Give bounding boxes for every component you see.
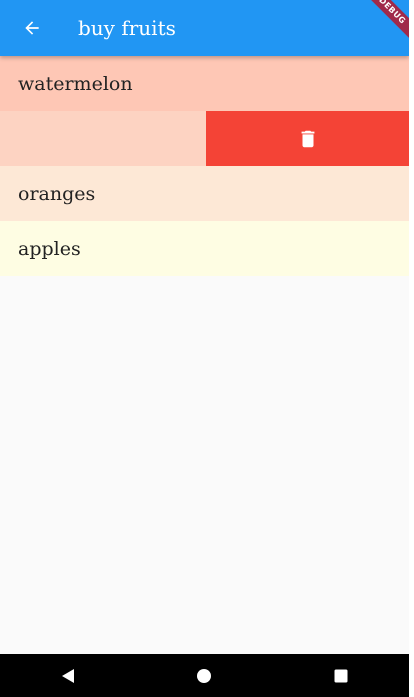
nav-recents-button[interactable] [321, 656, 361, 696]
fruit-list: watermelon oranges apples [0, 56, 409, 276]
list-item-swiped[interactable] [0, 111, 409, 166]
system-nav-bar [0, 654, 409, 697]
list-item[interactable]: watermelon [0, 56, 409, 111]
square-recents-icon [334, 669, 348, 682]
list-item-label: oranges [18, 182, 96, 205]
triangle-back-icon [62, 668, 75, 683]
list-item-label: apples [18, 237, 81, 260]
list-item[interactable]: apples [0, 221, 409, 276]
nav-back-button[interactable] [48, 656, 88, 696]
back-button[interactable] [12, 8, 52, 48]
list-item[interactable]: oranges [0, 166, 409, 221]
app-bar: buy fruits [0, 0, 409, 56]
trash-icon [301, 130, 314, 147]
app-screen: buy fruits DEBUG watermelon oranges appl… [0, 0, 409, 697]
circle-home-icon [197, 668, 212, 683]
page-title: buy fruits [78, 16, 176, 40]
list-item-label: watermelon [18, 72, 133, 95]
delete-action-button[interactable] [206, 111, 409, 166]
arrow-back-icon [25, 21, 39, 35]
nav-home-button[interactable] [184, 656, 224, 696]
